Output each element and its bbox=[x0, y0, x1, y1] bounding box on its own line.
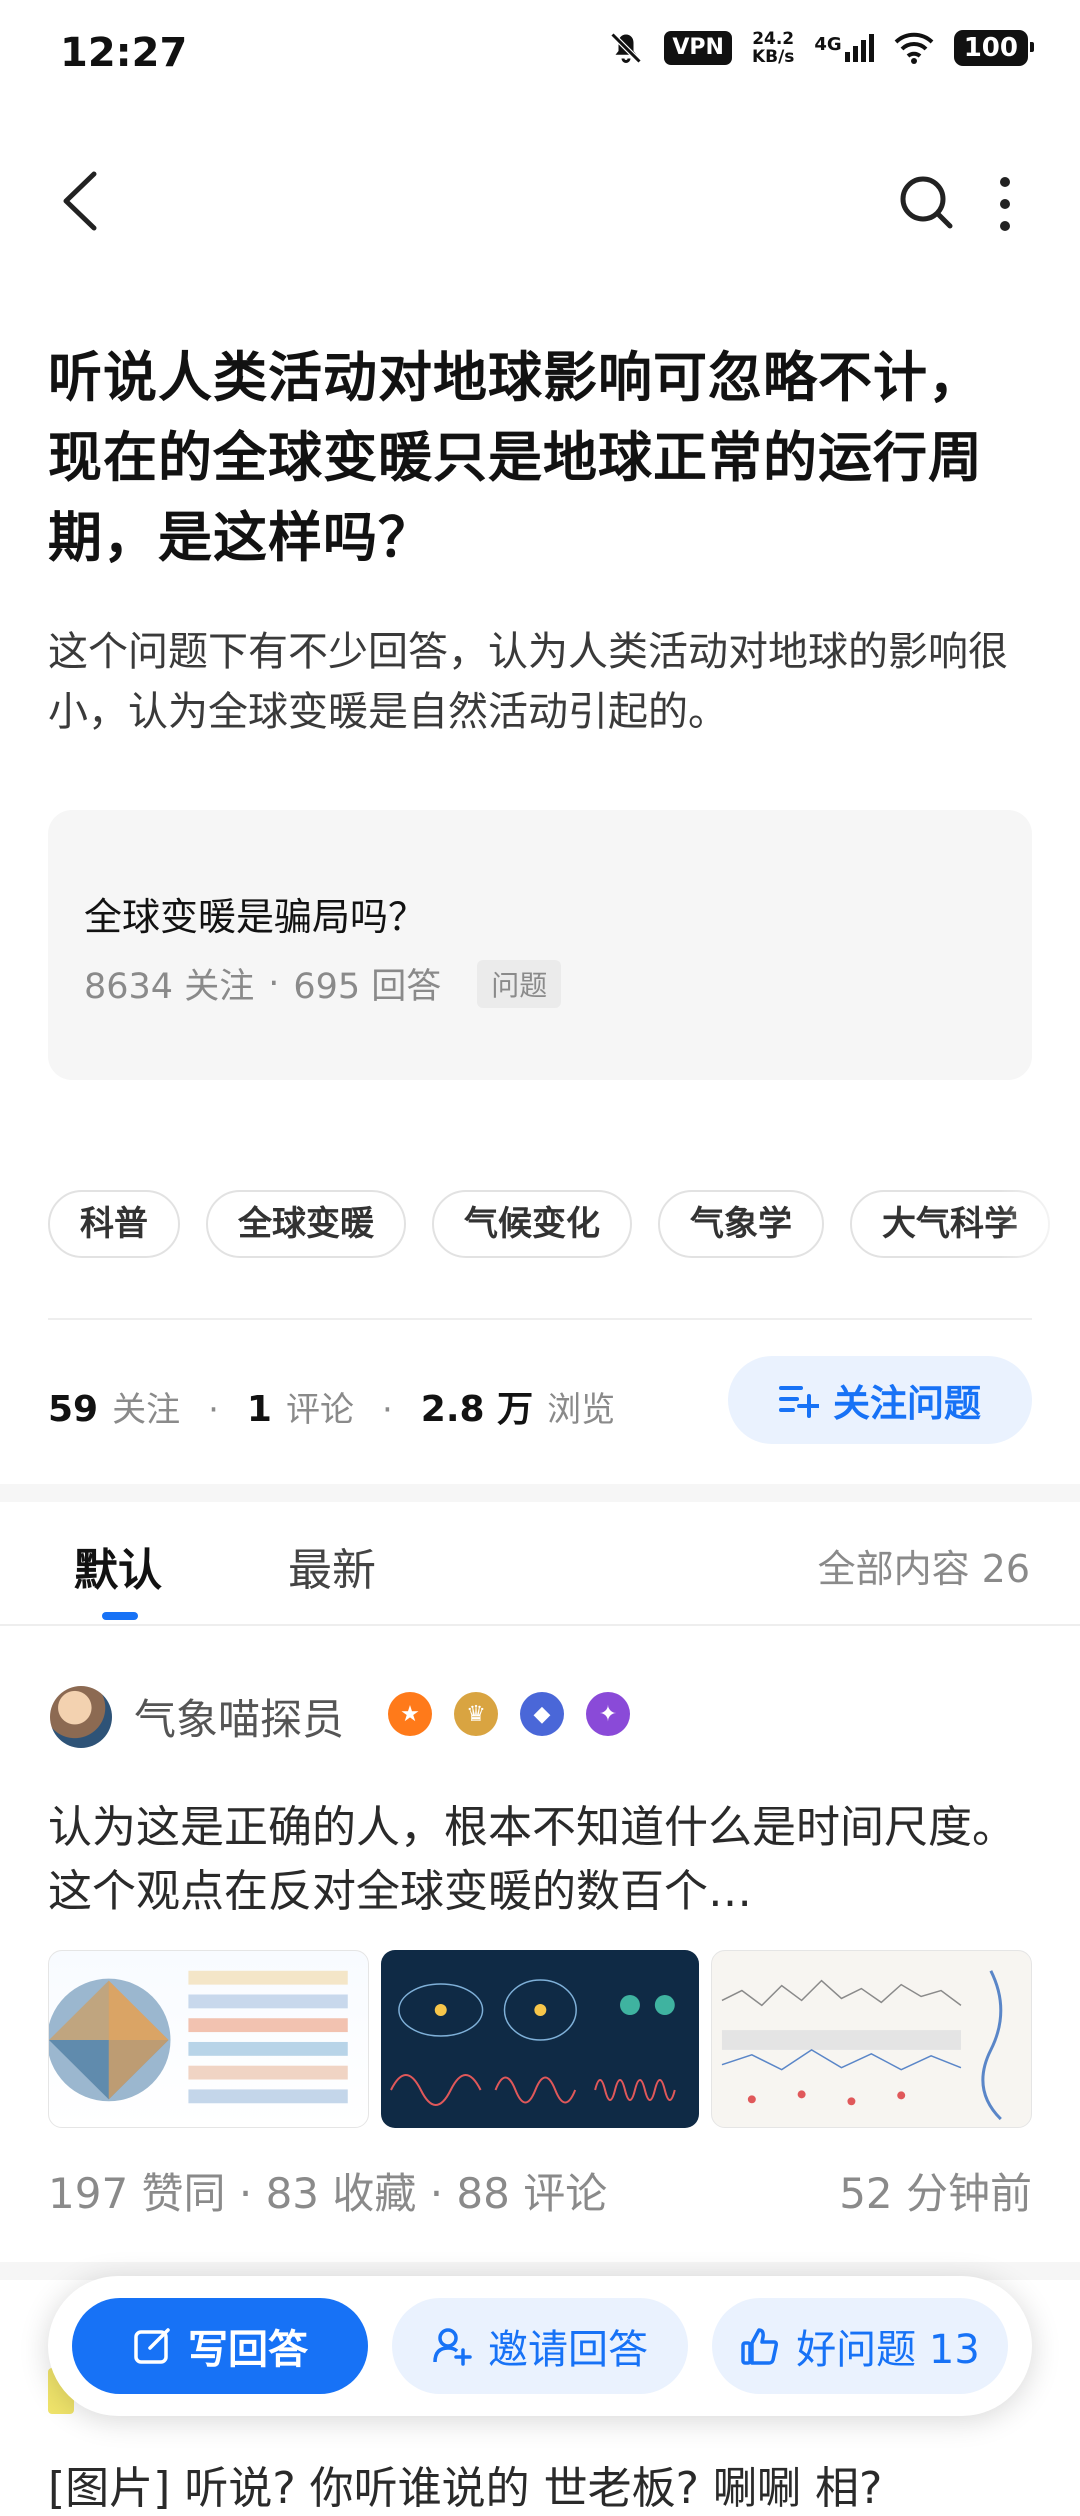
good-question-button[interactable]: 好问题 13 bbox=[712, 2298, 1008, 2394]
star-badge-icon: ★ bbox=[388, 1692, 432, 1736]
related-question-meta: 8634 关注 · 695 回答 问题 bbox=[84, 958, 562, 1009]
answer-stats: 197 赞同 · 83 收藏 · 88 评论 bbox=[48, 2169, 608, 2218]
back-arrow-icon[interactable] bbox=[56, 166, 112, 236]
related-question-title[interactable]: 全球变暖是骗局吗？ bbox=[84, 886, 426, 941]
more-options-icon[interactable] bbox=[990, 172, 1020, 236]
net-speed: 24.2 KB/s bbox=[751, 29, 795, 67]
status-icons: VPN 24.2 KB/s 4G 100 bbox=[608, 29, 1035, 67]
tab-newest[interactable]: 最新 bbox=[288, 1534, 376, 1598]
vpn-badge: VPN bbox=[664, 31, 732, 65]
author-badges: ★ ♛ ◆ ✦ bbox=[388, 1692, 630, 1736]
diamond-badge-icon: ◆ bbox=[520, 1692, 564, 1736]
author-name[interactable]: 气象喵探员 bbox=[134, 1686, 344, 1747]
follow-list-plus-icon bbox=[779, 1386, 819, 1418]
topic-chip[interactable]: 气候变化 bbox=[432, 1190, 632, 1258]
battery-indicator: 100 bbox=[953, 30, 1035, 66]
divider bbox=[48, 1318, 1032, 1320]
thumbs-up-icon bbox=[741, 2328, 779, 2365]
edit-icon bbox=[134, 2328, 170, 2364]
topic-chip[interactable]: 科普 bbox=[48, 1190, 180, 1258]
mute-bell-icon bbox=[611, 32, 642, 64]
invite-user-icon bbox=[433, 2328, 472, 2366]
answer-excerpt[interactable]: 认为这是正确的人，根本不知道什么是时间尺度。这个观点在反对全球变暖的数百个… bbox=[48, 1796, 1032, 1924]
answer-images bbox=[48, 1950, 1033, 2128]
answer-image-orbital-cycles[interactable] bbox=[380, 1950, 700, 2128]
question-stats: 59 关注 · 1 评论 · 2.8 万 浏览 bbox=[48, 1389, 616, 1430]
next-answer-excerpt[interactable]: [图片] 听说? 你听谁说的 世老板? 唰唰 相? bbox=[48, 2452, 1032, 2516]
follow-question-button[interactable]: 关注问题 bbox=[728, 1356, 1032, 1444]
invite-answer-button[interactable]: 邀请回答 bbox=[392, 2298, 688, 2394]
mascot-badge-icon: ✦ bbox=[586, 1692, 630, 1736]
topic-fade bbox=[1000, 1188, 1080, 1260]
answer-image-climate-record[interactable] bbox=[711, 1950, 1033, 2128]
author-avatar[interactable] bbox=[50, 1686, 112, 1748]
write-answer-button[interactable]: 写回答 bbox=[72, 2298, 368, 2394]
signal-icon: 4G bbox=[814, 34, 874, 62]
topic-chip[interactable]: 全球变暖 bbox=[206, 1190, 406, 1258]
topic-list: 科普 全球变暖 气候变化 气象学 大气科学 bbox=[48, 1190, 1080, 1260]
question-description: 这个问题下有不少回答，认为人类活动对地球的影响很小，认为全球变暖是自然活动引起的… bbox=[48, 629, 1008, 735]
question-title: 听说人类活动对地球影响可忽略不计，现在的全球变暖只是地球正常的运行周期，是这样吗… bbox=[48, 346, 983, 569]
divider bbox=[0, 1624, 1080, 1626]
section-separator bbox=[0, 1484, 1080, 1502]
search-icon[interactable] bbox=[896, 172, 956, 232]
tab-default[interactable]: 默认 bbox=[74, 1534, 162, 1598]
topic-chip[interactable]: 气象学 bbox=[658, 1190, 824, 1258]
all-content-count[interactable]: 全部内容 26 bbox=[818, 1538, 1030, 1593]
answer-time: 52 分钟前 bbox=[839, 2169, 1032, 2218]
question-tag: 问题 bbox=[477, 959, 562, 1008]
status-time: 12:27 bbox=[60, 30, 188, 76]
wifi-icon bbox=[894, 32, 934, 64]
answer-image-earth-components[interactable] bbox=[48, 1950, 369, 2128]
active-tab-indicator bbox=[102, 1612, 138, 1620]
crown-badge-icon: ♛ bbox=[454, 1692, 498, 1736]
related-question-card[interactable] bbox=[48, 810, 1032, 1080]
